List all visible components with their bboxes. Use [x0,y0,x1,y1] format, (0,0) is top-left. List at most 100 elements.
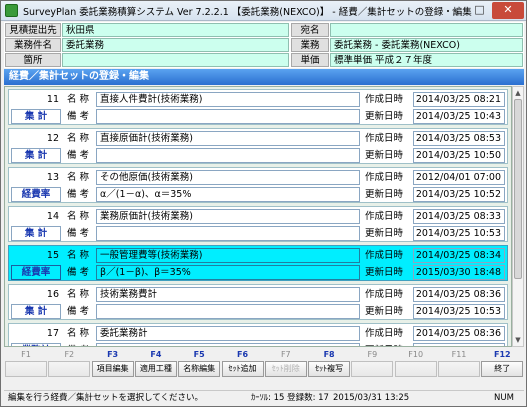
maximize-button[interactable]: □ [467,2,492,19]
fkey-button[interactable]: 名称編集 [178,361,221,377]
project-label: 業務件名 [5,38,61,52]
record-type-button[interactable]: 経費率 [11,187,61,202]
scroll-down-icon[interactable]: ▼ [513,335,523,345]
name-label: 名 称 [66,250,90,261]
project-header: 見積提出先 秋田県 宛名 業務件名 委託業務 業務 委託業務 - 委託業務(NE… [4,22,524,68]
business-value: 委託業務 - 委託業務(NEXCO) [330,38,523,52]
note-field[interactable] [96,226,360,241]
record-list[interactable]: 11 集 計名 称直接人件費計(技術業務) 備 考作成日時 2014/03/25 08… [4,86,512,347]
fkey-button[interactable]: ｾｯﾄ追加 [221,361,264,377]
fkey-button[interactable] [351,361,394,377]
created-label: 作成日時 [365,250,404,261]
unit-price-label: 単価 [291,53,329,67]
record-row[interactable]: 17 業務計 名 称委託業務計備 考 作成日時 2014/03/25 08:36 更新日時… [8,323,508,346]
fkey-f6: F6 ｾｯﾄ追加 [221,349,265,379]
fkey-button[interactable] [394,361,437,377]
created-value: 2014/03/25 08:21 [413,92,505,107]
record-type-button[interactable]: 業務計 [11,343,61,346]
note-field[interactable] [96,304,360,319]
note-field[interactable]: α／(1－α)、α＝35% [96,187,360,202]
record-type-button[interactable]: 集 計 [11,226,61,241]
note-field[interactable] [96,343,360,346]
fkey-number: F3 [107,350,119,359]
record-row[interactable]: 12 集 計名 称直接原価計(技術業務) 備 考 作成日時 2014/03/25 08:… [8,128,508,164]
location-label: 箇所 [5,53,61,67]
created-value: 2012/04/01 07:00 [413,170,505,185]
created-value: 2014/03/25 08:36 [413,326,505,341]
section-banner: 経費／集計セットの登録・編集 [4,69,524,85]
fkey-number: F5 [193,350,205,359]
fkey-button[interactable] [5,361,47,377]
fkey-button[interactable] [48,361,91,377]
created-label: 作成日時 [365,289,404,300]
submit-value: 秋田県 [62,23,289,37]
updated-value: 2015/03/30 18:48 [413,265,505,280]
note-field[interactable] [96,148,360,163]
updated-value: 2014/03/25 10:43 [413,109,505,124]
record-type-button[interactable]: 集 計 [11,109,61,124]
updated-label: 更新日時 [365,150,404,161]
record-type-button[interactable]: 集 計 [11,148,61,163]
addressee-value [330,23,523,37]
note-label: 備 考 [66,150,90,161]
updated-value: 2014/03/25 10:53 [413,304,505,319]
fkey-button[interactable]: 項目編集 [91,361,134,377]
created-value: 2014/03/25 08:53 [413,131,505,146]
business-label: 業務 [291,38,329,52]
record-number: 16 [46,289,59,300]
updated-label: 更新日時 [365,189,404,200]
name-label: 名 称 [66,289,90,300]
fkey-number: F8 [323,350,335,359]
note-label: 備 考 [66,228,90,239]
record-row[interactable]: 11 集 計名 称直接人件費計(技術業務) 備 考 作成日時 2014/03/25 08… [8,89,508,125]
fkey-button[interactable]: ｾｯﾄ複写 [308,361,351,377]
name-field[interactable]: 直接人件費計(技術業務) [96,92,360,107]
scroll-up-icon[interactable]: ▲ [513,88,523,98]
name-field[interactable]: 直接原価計(技術業務) [96,131,360,146]
status-num: NUM [494,393,514,403]
fkey-number: F1 [21,350,31,359]
name-field[interactable]: その他原価(技術業務) [96,170,360,185]
minimize-button[interactable]: – [442,2,467,19]
fkey-f8: F8 ｾｯﾄ複写 [307,349,351,379]
fkey-f11: F11 [437,349,481,379]
record-type-button[interactable]: 集 計 [11,304,61,319]
app-window: SurveyPlan 委託業務積算システム Ver 7.2.2.1 【委託業務(… [0,0,527,407]
fkey-button[interactable]: ｾｯﾄ削除 [264,361,307,377]
scroll-thumb[interactable] [514,99,522,279]
name-field[interactable]: 一般管理費等(技術業務) [96,248,360,263]
record-row[interactable]: 15 経費率名 称一般管理費等(技術業務) 備 考 β／(1－β)、β＝35% 作成日時… [8,245,508,281]
name-label: 名 称 [66,211,90,222]
location-value [62,53,289,67]
name-field[interactable]: 業務原価計(技術業務) [96,209,360,224]
note-label: 備 考 [66,267,90,278]
fkey-button[interactable] [438,361,480,377]
created-value: 2014/03/25 08:36 [413,287,505,302]
updated-label: 更新日時 [365,228,404,239]
name-field[interactable]: 技術業務費計 [96,287,360,302]
status-message: 編集を行う経費／集計セットを選択してください。 [8,393,203,403]
updated-label: 更新日時 [365,267,404,278]
fkey-f5: F5 名称編集 [177,349,221,379]
fkey-button[interactable]: 適用工種 [134,361,177,377]
fkey-f9: F9 [350,349,394,379]
close-button[interactable]: ✕ [492,2,524,19]
fkey-button[interactable]: 終了 [481,361,524,377]
fkey-number: F11 [451,350,467,359]
addressee-label: 宛名 [291,23,329,37]
record-row[interactable]: 16 集 計名 称技術業務費計備 考 作成日時 2014/03/25 08:36 更新日… [8,284,508,320]
record-row[interactable]: 14 集 計名 称業務原価計(技術業務) 備 考 作成日時 2014/03/25 08:… [8,206,508,242]
record-number: 17 [46,328,59,339]
note-field[interactable]: β／(1－β)、β＝35% [96,265,360,280]
name-field[interactable]: 委託業務計 [96,326,360,341]
updated-label: 更新日時 [365,306,404,317]
created-label: 作成日時 [365,94,404,105]
record-type-button[interactable]: 経費率 [11,265,61,280]
note-field[interactable] [96,109,360,124]
fkey-f4: F4 適用工種 [134,349,178,379]
name-label: 名 称 [66,94,90,105]
vertical-scrollbar[interactable]: ▲ ▼ [512,86,524,347]
record-row[interactable]: 13 経費率名 称その他原価(技術業務) 備 考 α／(1－α)、α＝35% 作成日時 2… [8,167,508,203]
updated-label: 更新日時 [365,111,404,122]
submit-label: 見積提出先 [5,23,61,37]
